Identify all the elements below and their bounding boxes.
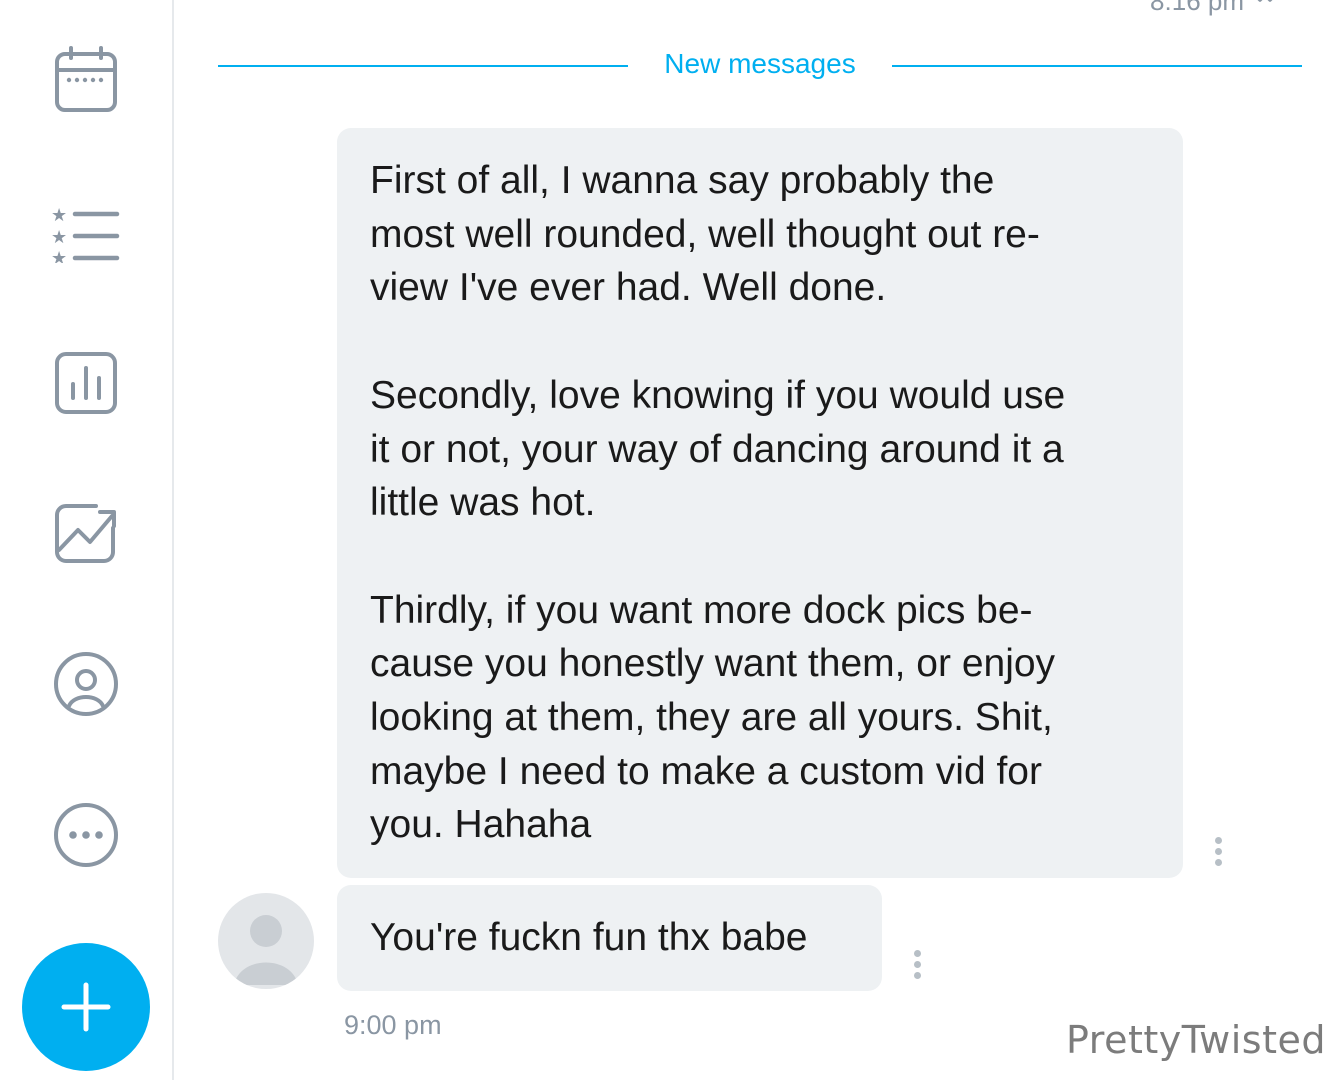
chat-thread[interactable]: 8:16 pm New messages First of all, I wan… <box>174 0 1344 1080</box>
message-timestamp: 9:00 pm <box>344 1010 442 1040</box>
double-check-icon <box>1257 0 1273 2</box>
svg-text:★: ★ <box>51 205 67 226</box>
message-options-button[interactable] <box>905 947 929 987</box>
message-paragraph: Secondly, love knowing if you would use … <box>370 373 1066 525</box>
more-icon <box>54 803 118 867</box>
calendar-icon <box>55 46 117 112</box>
svg-text:★: ★ <box>51 248 67 263</box>
new-messages-label: New messages <box>664 48 856 79</box>
ranked-list-icon: ★ ★ ★ <box>51 205 120 263</box>
message-bubble[interactable]: First of all, I wanna say probably the m… <box>337 128 1183 878</box>
sidebar-item-calendar[interactable] <box>50 44 122 116</box>
plus-icon <box>61 982 111 1032</box>
kebab-dot <box>913 961 921 968</box>
kebab-dot <box>1214 837 1222 844</box>
message-bubble[interactable]: You're fuckn fun thx babe <box>337 885 882 991</box>
kebab-dot <box>1214 859 1222 866</box>
svg-text:★: ★ <box>51 227 67 248</box>
divider-line-left <box>218 65 628 67</box>
sidebar-item-lists[interactable]: ★ ★ ★ <box>50 196 122 268</box>
new-messages-divider: New messages <box>218 44 1302 88</box>
new-post-button[interactable] <box>22 943 150 1071</box>
sidebar: ★ ★ ★ <box>0 0 174 1080</box>
bar-chart-icon <box>55 352 117 414</box>
message-options-button[interactable] <box>1206 834 1230 874</box>
divider-line-right <box>892 65 1302 67</box>
chat-app: ★ ★ ★ 8:16 pm New messages First of all,… <box>0 0 1344 1080</box>
previous-message-time: 8:16 pm <box>1150 0 1244 16</box>
avatar-placeholder <box>234 915 298 985</box>
profile-icon <box>54 652 118 716</box>
image-trend-icon <box>55 504 116 563</box>
kebab-dot <box>913 950 921 957</box>
sidebar-item-statistics[interactable] <box>50 347 122 419</box>
watermark: PrettyTwisted <box>1066 1018 1326 1062</box>
sidebar-item-profile[interactable] <box>50 648 122 720</box>
sidebar-item-media[interactable] <box>50 497 122 569</box>
message-paragraph: Thirdly, if you want more dock pics be- … <box>370 588 1056 847</box>
message-paragraph: First of all, I wanna say probably the m… <box>370 159 1040 310</box>
kebab-dot <box>1214 848 1222 855</box>
avatar[interactable] <box>218 893 314 989</box>
sidebar-item-more[interactable] <box>50 799 122 871</box>
kebab-dot <box>913 972 921 979</box>
